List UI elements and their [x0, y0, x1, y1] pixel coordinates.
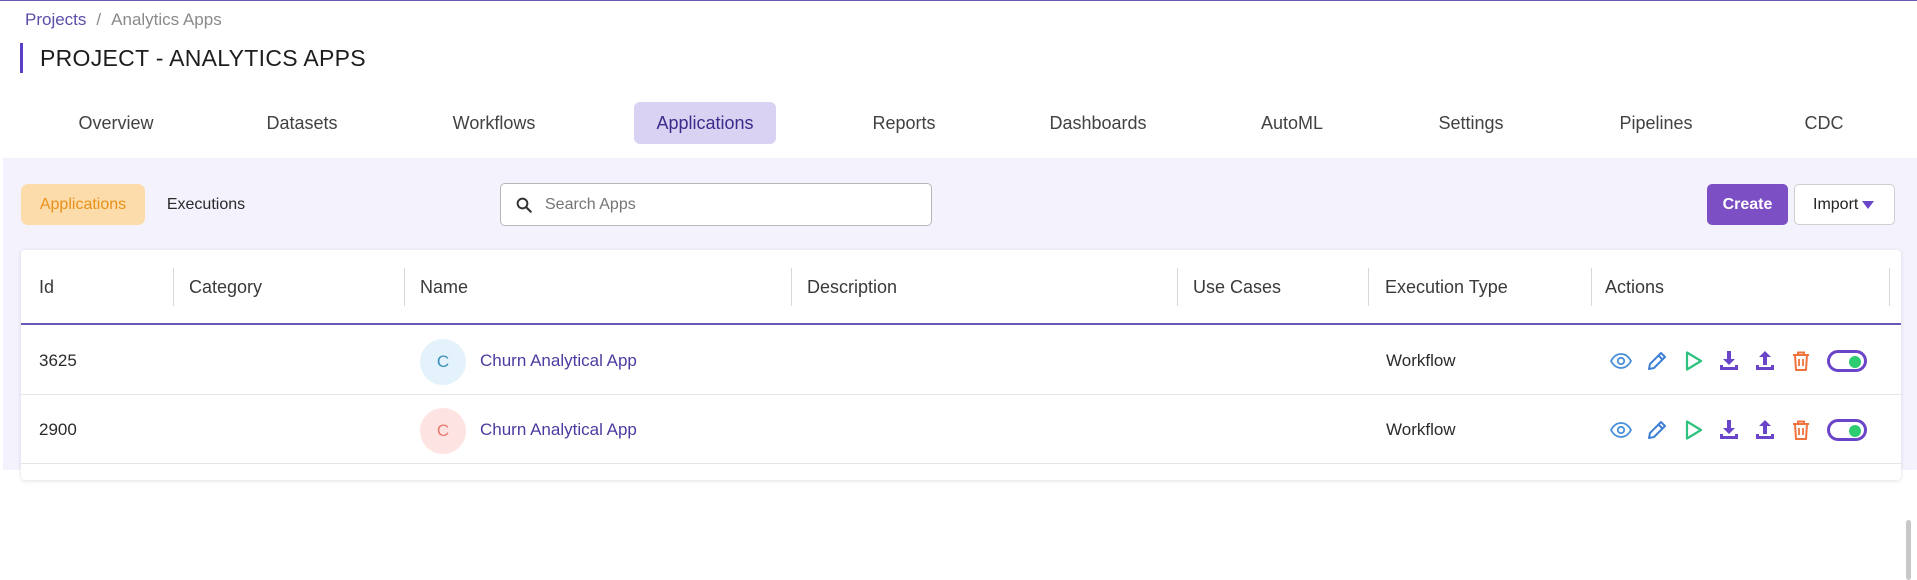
- search-input[interactable]: [545, 195, 925, 214]
- toggle-knob: [1849, 425, 1861, 437]
- tab-pipelines[interactable]: Pipelines: [1598, 102, 1714, 144]
- table-row: 2900 C Churn Analytical App Workflow: [21, 396, 1901, 464]
- row-execution-type: Workflow: [1386, 420, 1456, 439]
- column-divider: [1591, 268, 1592, 306]
- eye-icon[interactable]: [1609, 418, 1633, 442]
- app-name-link[interactable]: Churn Analytical App: [480, 327, 637, 395]
- status-toggle[interactable]: [1827, 419, 1867, 441]
- pencil-icon[interactable]: [1645, 418, 1669, 442]
- column-header-id[interactable]: Id: [39, 250, 54, 325]
- table-scrollbar[interactable]: [1906, 520, 1911, 580]
- download-icon[interactable]: [1717, 349, 1741, 373]
- row-actions: [1609, 327, 1867, 395]
- search-icon: [516, 197, 532, 213]
- row-actions: [1609, 396, 1867, 464]
- column-header-description[interactable]: Description: [807, 250, 897, 325]
- caret-down-icon: [1862, 200, 1875, 209]
- status-toggle[interactable]: [1827, 350, 1867, 372]
- tab-reports[interactable]: Reports: [846, 102, 962, 144]
- tab-workflows[interactable]: Workflows: [436, 102, 552, 144]
- column-header-execution-type[interactable]: Execution Type: [1385, 250, 1508, 325]
- page-title: PROJECT - ANALYTICS APPS: [20, 43, 366, 73]
- tab-dashboards[interactable]: Dashboards: [1038, 102, 1158, 144]
- column-divider: [173, 268, 174, 306]
- table-header: Id Category Name Description Use Cases E…: [21, 250, 1901, 325]
- download-icon[interactable]: [1717, 418, 1741, 442]
- upload-icon[interactable]: [1753, 418, 1777, 442]
- breadcrumb: Projects / Analytics Apps: [25, 10, 222, 30]
- applications-workspace: Applications Executions Create Import Id…: [3, 158, 1917, 580]
- tab-datasets[interactable]: Datasets: [244, 102, 360, 144]
- toggle-knob: [1849, 356, 1861, 368]
- column-divider: [1177, 268, 1178, 306]
- column-header-category[interactable]: Category: [189, 250, 262, 325]
- create-button[interactable]: Create: [1707, 184, 1788, 225]
- tab-applications[interactable]: Applications: [634, 102, 776, 144]
- row-execution-type: Workflow: [1386, 351, 1456, 370]
- tab-overview[interactable]: Overview: [58, 102, 174, 144]
- eye-icon[interactable]: [1609, 349, 1633, 373]
- import-label: Import: [1813, 196, 1859, 213]
- project-tabs: Overview Datasets Workflows Applications…: [0, 98, 1917, 150]
- column-divider: [1368, 268, 1369, 306]
- table-row: 3625 C Churn Analytical App Workflow: [21, 327, 1901, 395]
- row-id: 3625: [39, 351, 77, 370]
- column-divider: [791, 268, 792, 306]
- column-divider: [404, 268, 405, 306]
- row-id: 2900: [39, 420, 77, 439]
- subtab-applications[interactable]: Applications: [21, 184, 145, 225]
- column-header-use-cases[interactable]: Use Cases: [1193, 250, 1281, 325]
- upload-icon[interactable]: [1753, 349, 1777, 373]
- breadcrumb-projects-link[interactable]: Projects: [25, 10, 86, 30]
- tab-cdc[interactable]: CDC: [1766, 102, 1882, 144]
- breadcrumb-separator: /: [96, 10, 102, 29]
- app-name-link[interactable]: Churn Analytical App: [480, 396, 637, 464]
- top-border: [0, 0, 1917, 1]
- trash-icon[interactable]: [1789, 349, 1813, 373]
- trash-icon[interactable]: [1789, 418, 1813, 442]
- breadcrumb-current: Analytics Apps: [111, 10, 222, 29]
- column-header-name[interactable]: Name: [420, 250, 468, 325]
- avatar: C: [420, 339, 466, 385]
- tab-settings[interactable]: Settings: [1413, 102, 1529, 144]
- applications-table: Id Category Name Description Use Cases E…: [21, 250, 1911, 580]
- column-divider: [1889, 268, 1890, 306]
- pencil-icon[interactable]: [1645, 349, 1669, 373]
- play-icon[interactable]: [1681, 349, 1705, 373]
- search-box: [500, 183, 932, 226]
- subtab-executions[interactable]: Executions: [149, 184, 263, 225]
- import-dropdown-button[interactable]: Import: [1794, 184, 1895, 225]
- play-icon[interactable]: [1681, 418, 1705, 442]
- tab-automl[interactable]: AutoML: [1234, 102, 1350, 144]
- column-header-actions: Actions: [1605, 277, 1665, 297]
- avatar: C: [420, 408, 466, 454]
